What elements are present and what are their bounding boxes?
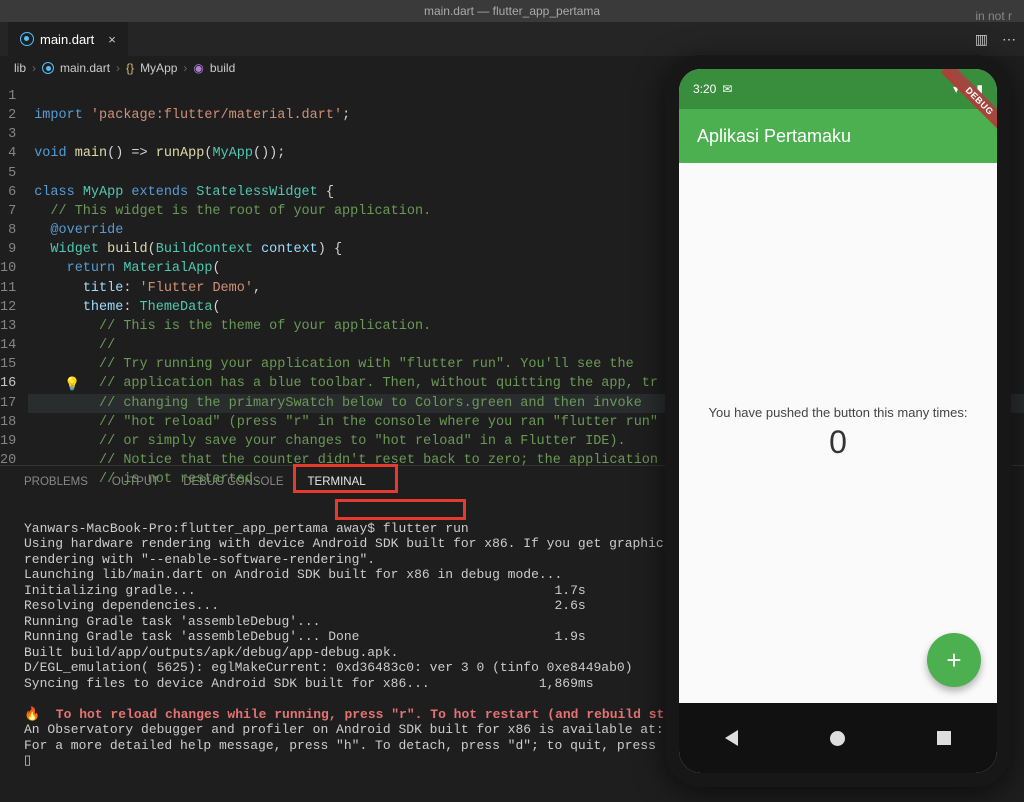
android-nav-bar bbox=[679, 703, 997, 773]
clock: 3:20 bbox=[693, 82, 716, 96]
window-title: main.dart — flutter_app_pertama bbox=[0, 0, 1024, 22]
nav-recents-icon[interactable] bbox=[937, 731, 951, 745]
crumb-method[interactable]: build bbox=[210, 61, 235, 75]
tab-main-dart[interactable]: main.dart × bbox=[8, 22, 128, 57]
truncated-text: in not r bbox=[975, 9, 1012, 23]
dart-file-icon bbox=[20, 32, 34, 46]
phone-screen[interactable]: 3:20 ✉ ▾ ◢ ▮ Aplikasi Pertamaku DEBUG Yo… bbox=[679, 69, 997, 773]
split-editor-icon[interactable]: ▥ bbox=[975, 31, 988, 48]
mail-icon: ✉ bbox=[722, 82, 732, 96]
android-emulator: 3:20 ✉ ▾ ◢ ▮ Aplikasi Pertamaku DEBUG Yo… bbox=[665, 55, 1011, 787]
counter-value: 0 bbox=[829, 424, 847, 461]
app-title: Aplikasi Pertamaku bbox=[697, 126, 851, 147]
plus-icon: + bbox=[946, 645, 961, 676]
nav-home-icon[interactable] bbox=[830, 731, 845, 746]
app-bar: Aplikasi Pertamaku bbox=[679, 109, 997, 163]
tab-terminal[interactable]: TERMINAL bbox=[308, 476, 366, 488]
fab-add-button[interactable]: + bbox=[927, 633, 981, 687]
crumb-file[interactable]: main.dart bbox=[60, 61, 110, 75]
tab-label: main.dart bbox=[40, 32, 94, 47]
crumb-lib[interactable]: lib bbox=[14, 61, 26, 75]
more-icon[interactable]: ⋯ bbox=[1002, 31, 1016, 48]
editor-tab-bar: main.dart × ▥ ⋯ bbox=[0, 22, 1024, 57]
nav-back-icon[interactable] bbox=[725, 730, 738, 746]
close-icon[interactable]: × bbox=[108, 32, 116, 47]
dart-file-icon bbox=[42, 62, 54, 74]
lightbulb-icon[interactable]: 💡 bbox=[64, 375, 80, 394]
crumb-class[interactable]: MyApp bbox=[140, 61, 177, 75]
counter-caption: You have pushed the button this many tim… bbox=[709, 405, 968, 420]
app-body: You have pushed the button this many tim… bbox=[679, 163, 997, 703]
